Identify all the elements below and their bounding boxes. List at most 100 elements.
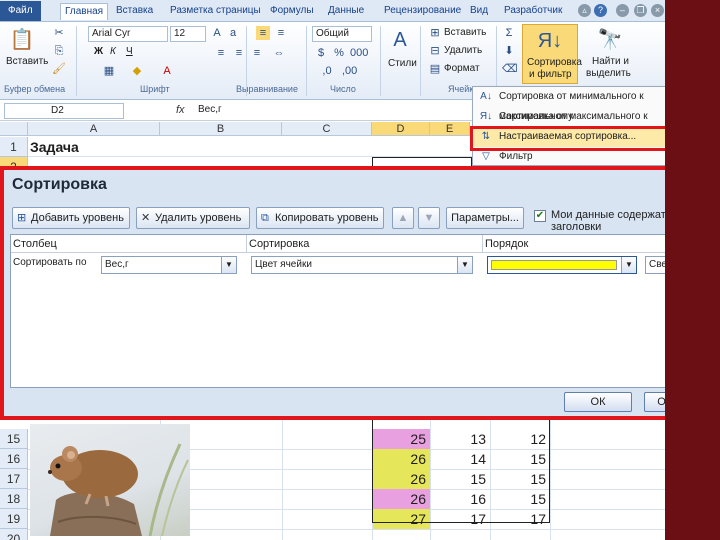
help-icon[interactable]: ? <box>594 4 607 17</box>
tab-review[interactable]: Рецензирование <box>380 3 465 20</box>
delete-level-button[interactable]: ✕ Удалить уровень <box>136 207 250 229</box>
add-level-label: Добавить уровень <box>31 212 124 224</box>
format-cells-button[interactable]: Формат <box>444 63 480 74</box>
grid-header-column: Столбец <box>11 235 247 253</box>
find-select-button[interactable]: Найти и <box>592 56 629 67</box>
sort-dialog: Сортировка ? ✕ ⊞Добавить уровень ✕Удалит… <box>4 170 716 416</box>
mouse-illustration <box>48 443 189 536</box>
grid-header-sort-on: Сортировка <box>247 235 483 253</box>
align-right-icon[interactable]: ≡ <box>250 46 264 60</box>
merge-icon[interactable]: ⇔ <box>272 46 286 60</box>
column-select[interactable]: Вес,г ▼ <box>101 256 237 274</box>
column-header-e[interactable]: E <box>430 122 470 136</box>
selected-range-border <box>372 420 550 523</box>
window-restore-icon[interactable]: ❐ <box>634 4 647 17</box>
row-header[interactable]: 16 <box>0 449 28 469</box>
align-left-icon[interactable]: ≡ <box>214 46 228 60</box>
increase-decimal-icon[interactable]: ,0 <box>320 64 334 78</box>
row-header[interactable]: 15 <box>0 429 28 449</box>
font-size-combo[interactable]: 12 <box>170 26 206 42</box>
column-header-b[interactable]: B <box>160 122 282 136</box>
headers-checkbox[interactable]: ✔ <box>534 210 546 222</box>
tab-view[interactable]: Вид <box>466 3 492 20</box>
window-close-icon[interactable]: × <box>651 4 664 17</box>
align-top-icon[interactable]: ≡ <box>256 26 270 40</box>
column-header-c[interactable]: C <box>282 122 372 136</box>
format-painter-icon[interactable]: 🖌 <box>52 62 66 76</box>
insert-cells-icon[interactable]: ⊞ <box>428 26 442 40</box>
ribbon-tabs: Файл Главная Вставка Разметка страницы Ф… <box>0 0 665 22</box>
row-header[interactable]: 17 <box>0 469 28 489</box>
tab-file[interactable]: Файл <box>0 1 41 21</box>
insert-cells-button[interactable]: Вставить <box>444 27 486 38</box>
borders-icon[interactable]: ▦ <box>102 64 116 78</box>
add-level-button[interactable]: ⊞ Добавить уровень <box>12 207 130 229</box>
sort-on-select[interactable]: Цвет ячейки ▼ <box>251 256 473 274</box>
styles-icon[interactable]: A <box>386 26 414 54</box>
delete-cells-button[interactable]: Удалить <box>444 45 482 56</box>
tab-data[interactable]: Данные <box>324 3 368 20</box>
format-cells-icon[interactable]: ▤ <box>428 62 442 76</box>
function-icon[interactable]: fx <box>176 104 185 116</box>
italic-button[interactable]: К <box>110 46 116 57</box>
autosum-icon[interactable]: Σ <box>502 26 516 40</box>
sort-filter-icon: Я↓ <box>537 30 563 52</box>
comma-icon[interactable]: 000 <box>350 46 368 60</box>
fill-icon[interactable]: ⬇ <box>502 44 516 58</box>
order-color-select[interactable]: ▼ <box>487 256 637 274</box>
row-header[interactable]: 20 <box>0 529 28 540</box>
underline-button[interactable]: Ч <box>126 46 133 57</box>
selected-range-border <box>372 157 472 166</box>
tab-developer[interactable]: Разработчик <box>500 3 566 20</box>
mouse-photo <box>30 424 190 536</box>
number-group-label: Число <box>330 84 356 94</box>
options-button[interactable]: Параметры... <box>446 207 524 229</box>
percent-icon[interactable]: % <box>332 46 346 60</box>
tab-home[interactable]: Главная <box>60 3 109 20</box>
name-box[interactable]: D2 <box>4 103 124 119</box>
cell-a1[interactable]: Задача <box>30 137 79 157</box>
formula-input[interactable]: Вес,г <box>198 104 222 115</box>
copy-level-button[interactable]: ⧉ Копировать уровень <box>256 207 384 229</box>
font-color-icon[interactable]: A <box>160 64 174 78</box>
decrease-decimal-icon[interactable]: ,00 <box>342 64 357 78</box>
cut-icon[interactable]: ✂ <box>52 26 66 40</box>
align-middle-icon[interactable] <box>232 26 246 40</box>
row-header[interactable]: 19 <box>0 509 28 529</box>
fill-color-icon[interactable]: ◆ <box>130 64 144 78</box>
font-name-combo[interactable]: Arial Cyr <box>88 26 168 42</box>
delete-cells-icon[interactable]: ⊟ <box>428 44 442 58</box>
column-header-a[interactable]: A <box>28 122 160 136</box>
select-all-corner[interactable] <box>0 122 28 136</box>
paste-icon[interactable]: 📋 <box>8 26 36 54</box>
sort-by-label: Сортировать по <box>13 257 87 268</box>
move-up-button[interactable]: ▲ <box>392 207 414 229</box>
paste-button[interactable]: Вставить <box>6 56 48 67</box>
currency-icon[interactable]: $ <box>314 46 328 60</box>
group-divider <box>306 26 307 96</box>
row-header[interactable]: 18 <box>0 489 28 509</box>
clear-icon[interactable]: ⌫ <box>502 62 518 76</box>
number-format-combo[interactable]: Общий <box>312 26 372 42</box>
align-center-icon[interactable]: ≡ <box>232 46 246 60</box>
bold-button[interactable]: Ж <box>94 46 103 57</box>
column-header-d[interactable]: D <box>372 122 430 136</box>
styles-button[interactable]: Стили <box>388 58 417 69</box>
row-header-1[interactable]: 1 <box>0 137 28 157</box>
find-select-icon[interactable]: 🔭 <box>596 26 624 54</box>
grow-font-icon[interactable]: A <box>210 26 224 40</box>
copy-icon[interactable]: ⎘ <box>52 44 66 58</box>
chevron-down-icon: ▼ <box>621 257 636 273</box>
tab-insert[interactable]: Вставка <box>112 3 157 20</box>
move-down-button[interactable]: ▼ <box>418 207 440 229</box>
find-select-button-2[interactable]: выделить <box>586 68 631 79</box>
group-divider <box>380 26 381 96</box>
tab-page-layout[interactable]: Разметка страницы <box>166 3 265 20</box>
tab-formulas[interactable]: Формулы <box>266 3 318 20</box>
ok-button[interactable]: ОК <box>564 392 632 412</box>
minimize-ribbon-icon[interactable]: ▵ <box>578 4 591 17</box>
align-bottom-icon[interactable]: ≡ <box>274 26 288 40</box>
window-minimize-icon[interactable]: – <box>616 4 629 17</box>
sort-filter-label-2: и фильтр <box>529 69 572 80</box>
sort-filter-button[interactable]: Я↓ Сортировка и фильтр <box>522 24 582 84</box>
